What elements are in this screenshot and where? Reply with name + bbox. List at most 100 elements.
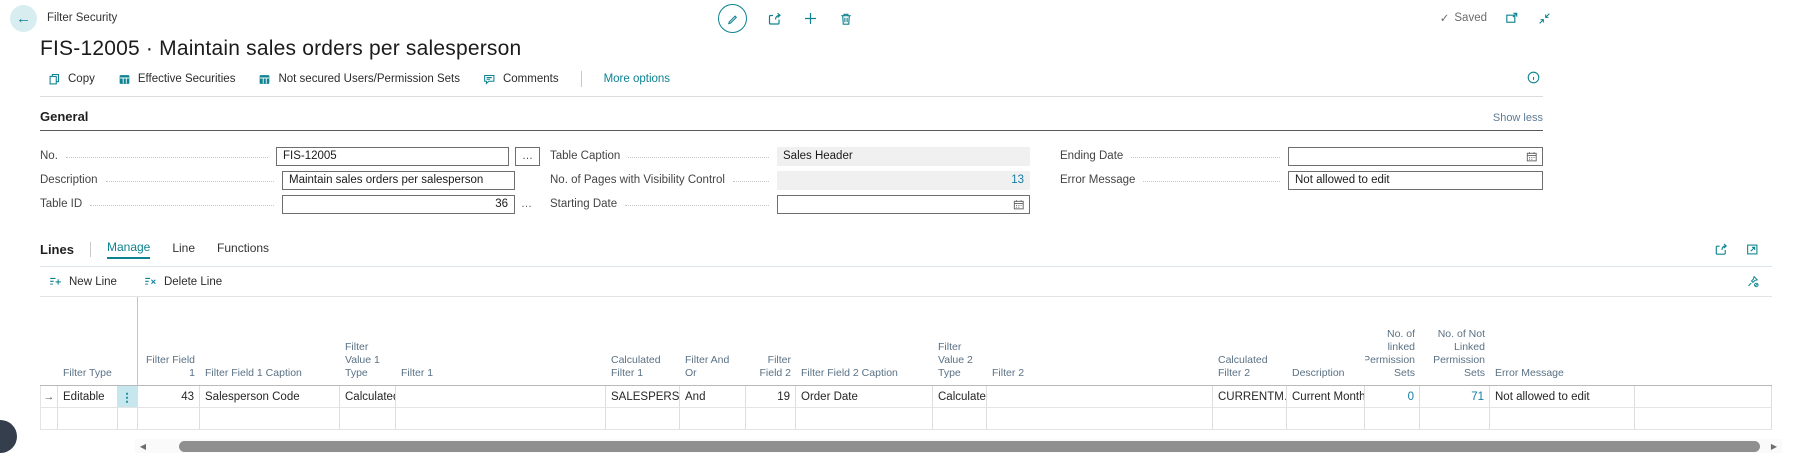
- cell-calculated-filter-1[interactable]: SALESPERSO…: [606, 386, 680, 408]
- col-header-filter-field-1[interactable]: Filter Field 1: [138, 297, 200, 385]
- tab-line[interactable]: Line: [172, 241, 195, 258]
- dotted-leader: [628, 156, 769, 158]
- scrollbar-thumb[interactable]: [179, 440, 1760, 452]
- share-button[interactable]: [766, 10, 783, 27]
- description-input[interactable]: [282, 170, 515, 190]
- col-header-filter-field-2-caption[interactable]: Filter Field 2 Caption: [796, 297, 933, 385]
- cell-calculated-filter-1[interactable]: [606, 408, 680, 430]
- col-header-no-not-linked-permission-sets[interactable]: No. of Not Linked Permission Sets: [1420, 297, 1490, 385]
- no-assist-button[interactable]: …: [515, 146, 540, 166]
- action-comments[interactable]: Comments: [482, 72, 559, 87]
- cell-filter-2[interactable]: [987, 408, 1213, 430]
- col-header-blank: [1635, 297, 1772, 385]
- pages-visibility-drilldown[interactable]: 13: [777, 170, 1030, 190]
- cell-no-linked-permission-sets[interactable]: 0: [1365, 386, 1420, 408]
- dotted-leader: [1143, 180, 1280, 182]
- col-header-no-linked-permission-sets[interactable]: No. of linked Permission Sets: [1365, 297, 1420, 385]
- horizontal-scrollbar[interactable]: ◀ ▶: [135, 439, 1782, 453]
- col-header-filter-2[interactable]: Filter 2: [987, 297, 1213, 385]
- scrollbar-track[interactable]: [151, 440, 1766, 452]
- delete-button[interactable]: [838, 11, 854, 27]
- action-copy[interactable]: Copy: [47, 72, 95, 87]
- field-description: Description: [40, 168, 540, 192]
- col-header-filter-value-1-type[interactable]: Filter Value 1 Type: [340, 297, 396, 385]
- new-button[interactable]: [802, 10, 819, 27]
- scroll-left-arrow[interactable]: ◀: [135, 442, 151, 451]
- cell-filter-value-2-type[interactable]: [933, 408, 987, 430]
- cell-filter-and-or[interactable]: And: [680, 386, 746, 408]
- cell-row-menu[interactable]: [118, 408, 138, 430]
- col-header-filter-1[interactable]: Filter 1: [396, 297, 606, 385]
- cell-filter-field-2-caption[interactable]: [796, 408, 933, 430]
- tab-functions[interactable]: Functions: [217, 241, 269, 258]
- cell-no-linked-permission-sets[interactable]: [1365, 408, 1420, 430]
- cell-calculated-filter-2[interactable]: [1213, 408, 1287, 430]
- cell-filter-field-1-caption[interactable]: Salesperson Code: [200, 386, 340, 408]
- cell-row-menu[interactable]: ⋮: [118, 386, 138, 408]
- collapse-button[interactable]: [1537, 11, 1552, 26]
- cell-filter-type[interactable]: [58, 408, 118, 430]
- action-not-secured-users[interactable]: Not secured Users/Permission Sets: [257, 72, 460, 87]
- col-header-filter-field-2[interactable]: Filter Field 2: [746, 297, 796, 385]
- open-in-window-button[interactable]: [1504, 10, 1520, 26]
- col-header-filter-field-1-caption[interactable]: Filter Field 1 Caption: [200, 297, 340, 385]
- col-header-calculated-filter-2[interactable]: Calculated Filter 2: [1213, 297, 1287, 385]
- lines-expand-button[interactable]: [1745, 241, 1760, 257]
- pin-button[interactable]: [1745, 274, 1760, 289]
- cell-filter-field-1-caption[interactable]: [200, 408, 340, 430]
- cell-filter-field-1[interactable]: 43: [138, 386, 200, 408]
- back-button[interactable]: ←: [10, 5, 37, 32]
- field-label: Starting Date: [550, 198, 618, 210]
- delete-line-button[interactable]: Delete Line: [143, 274, 222, 289]
- cell-no-not-linked-permission-sets[interactable]: 71: [1420, 386, 1490, 408]
- floating-widget[interactable]: [0, 420, 17, 453]
- tab-manage[interactable]: Manage: [106, 240, 151, 259]
- cell-filter-1[interactable]: [396, 408, 606, 430]
- col-header-filter-value-2-type[interactable]: Filter Value 2 Type: [933, 297, 987, 385]
- cell-filter-field-1[interactable]: [138, 408, 200, 430]
- section-title[interactable]: General: [40, 109, 88, 124]
- ending-date-input[interactable]: [1288, 146, 1543, 166]
- col-header-description[interactable]: Description: [1287, 297, 1365, 385]
- cell-filter-field-2[interactable]: 19: [746, 386, 796, 408]
- breadcrumb[interactable]: Filter Security: [47, 12, 117, 24]
- action-effective-securities[interactable]: Effective Securities: [117, 72, 235, 87]
- info-button[interactable]: [1526, 70, 1541, 85]
- no-input[interactable]: [276, 146, 509, 166]
- plus-icon: [805, 13, 816, 24]
- cell-filter-value-2-type[interactable]: Calculated: [933, 386, 987, 408]
- cell-filter-1[interactable]: [396, 386, 606, 408]
- lines-toolbar: New Line Delete Line: [40, 267, 1772, 297]
- delete-line-label: Delete Line: [163, 275, 223, 288]
- show-less-link[interactable]: Show less: [1493, 112, 1543, 124]
- cell-filter-value-1-type[interactable]: Calculated: [340, 386, 396, 408]
- error-message-input[interactable]: [1288, 170, 1543, 190]
- cell-filter-2[interactable]: [987, 386, 1213, 408]
- cell-error-message[interactable]: [1490, 408, 1635, 430]
- scroll-right-arrow[interactable]: ▶: [1766, 442, 1782, 451]
- edit-button[interactable]: [718, 4, 747, 33]
- col-header-error-message[interactable]: Error Message: [1490, 297, 1635, 385]
- col-header-filter-and-or[interactable]: Filter And Or: [680, 297, 746, 385]
- cell-calculated-filter-2[interactable]: CURRENTM…: [1213, 386, 1287, 408]
- table-id-assist-button[interactable]: …: [521, 198, 540, 210]
- cell-filter-and-or[interactable]: [680, 408, 746, 430]
- cell-description[interactable]: [1287, 408, 1365, 430]
- lines-share-button[interactable]: [1713, 241, 1729, 257]
- field-table-caption: Table Caption Sales Header: [550, 144, 1030, 168]
- calendar-icon[interactable]: [1012, 198, 1026, 212]
- starting-date-input[interactable]: [777, 194, 1030, 214]
- cell-filter-field-2-caption[interactable]: Order Date: [796, 386, 933, 408]
- cell-filter-value-1-type[interactable]: [340, 408, 396, 430]
- cell-error-message[interactable]: Not allowed to edit: [1490, 386, 1635, 408]
- cell-description[interactable]: Current Month: [1287, 386, 1365, 408]
- new-line-button[interactable]: New Line: [48, 274, 117, 289]
- cell-filter-field-2[interactable]: [746, 408, 796, 430]
- more-options-button[interactable]: More options: [604, 73, 670, 85]
- cell-no-not-linked-permission-sets[interactable]: [1420, 408, 1490, 430]
- col-header-filter-type[interactable]: Filter Type: [58, 297, 118, 385]
- col-header-calculated-filter-1[interactable]: Calculated Filter 1: [606, 297, 680, 385]
- cell-filter-type[interactable]: Editable: [58, 386, 118, 408]
- calendar-icon[interactable]: [1525, 150, 1539, 164]
- table-id-input[interactable]: [282, 194, 515, 214]
